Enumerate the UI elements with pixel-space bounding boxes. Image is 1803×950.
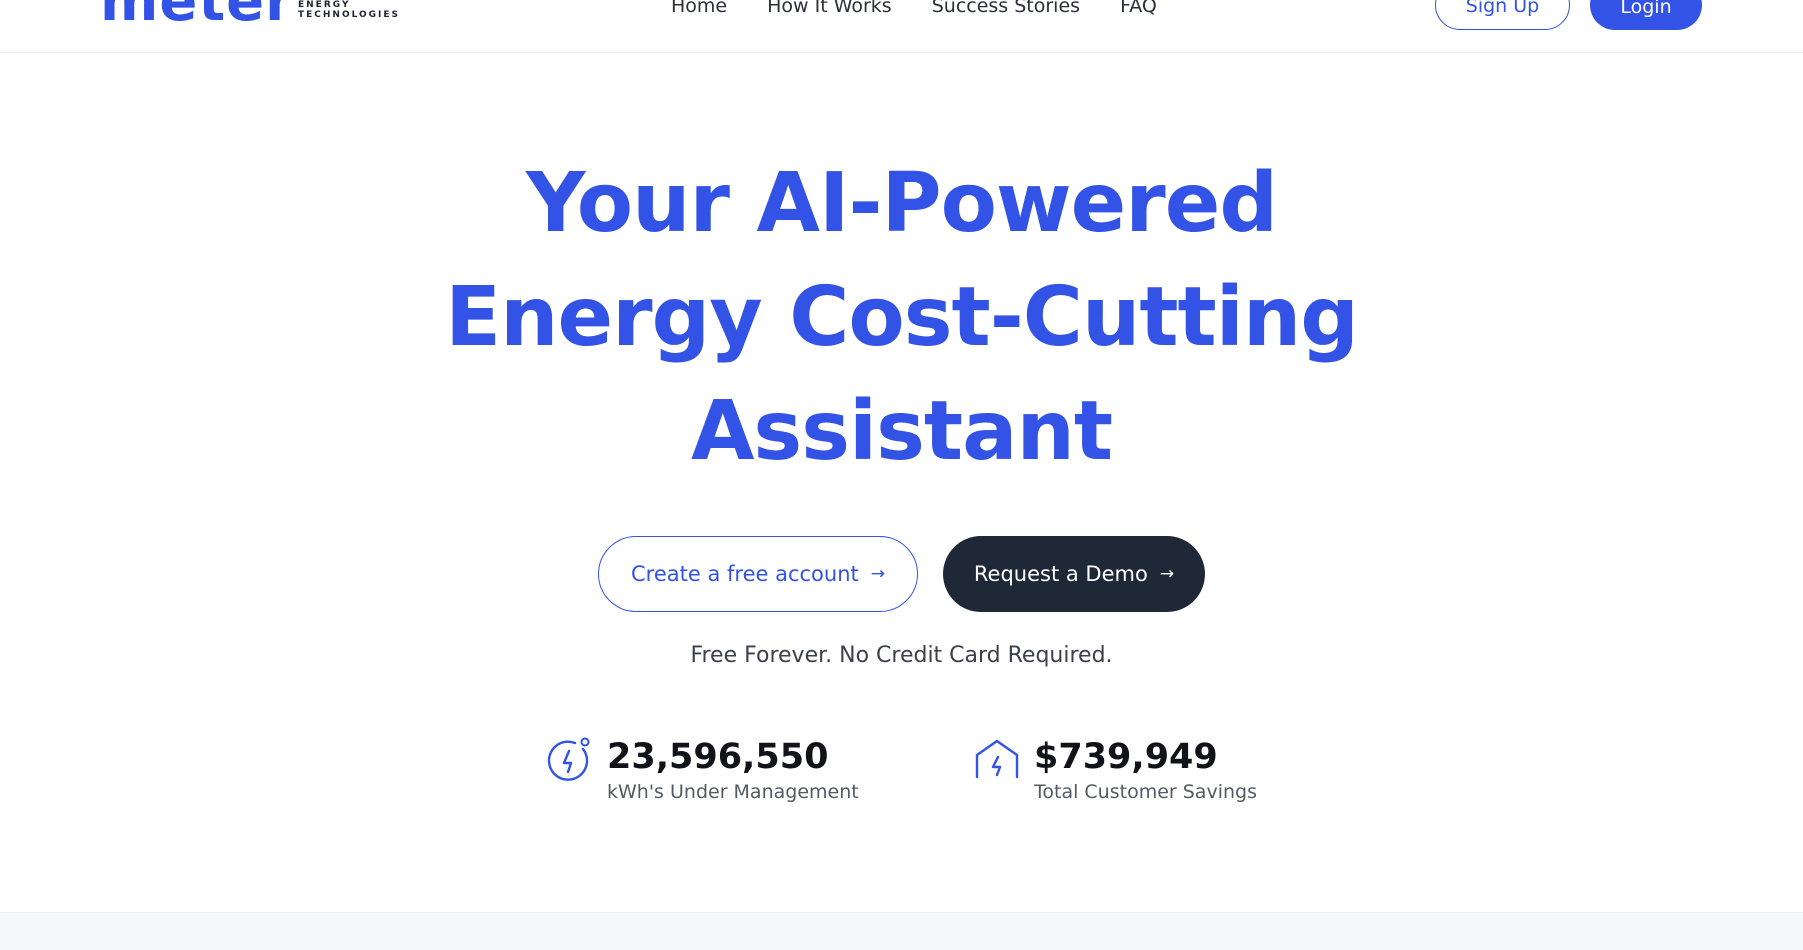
cta-row: Create a free account → Request a Demo → xyxy=(598,536,1205,612)
nav-link-home[interactable]: Home xyxy=(671,0,727,24)
arrow-right-icon: → xyxy=(1159,563,1175,584)
hero-title-line-1: Your AI-Powered xyxy=(525,156,1278,251)
nav-link-faq[interactable]: FAQ xyxy=(1120,0,1157,24)
house-bolt-icon xyxy=(975,739,1019,779)
request-demo-label: Request a Demo xyxy=(973,562,1148,586)
stat-kwh-value: 23,596,550 xyxy=(607,737,829,777)
stat-kwh-label: kWh's Under Management xyxy=(607,781,859,803)
hero-title-line-2: Energy Cost-Cutting xyxy=(445,270,1359,365)
create-free-account-label: Create a free account xyxy=(631,562,859,586)
site-header: meter ENERGY TECHNOLOGIES Home How It Wo… xyxy=(0,0,1803,53)
stat-savings: $739,949 Total Customer Savings xyxy=(972,733,1257,803)
request-demo-button[interactable]: Request a Demo → xyxy=(943,536,1205,612)
nav-link-how-it-works[interactable]: How It Works xyxy=(767,0,892,24)
stat-kwh: 23,596,550 kWh's Under Management xyxy=(545,733,859,803)
next-section-edge xyxy=(0,912,1803,950)
lightning-gauge-icon xyxy=(547,737,590,781)
logo-subtitle: ENERGY TECHNOLOGIES xyxy=(298,0,400,20)
create-free-account-button[interactable]: Create a free account → xyxy=(598,536,918,612)
stat-savings-label: Total Customer Savings xyxy=(1034,781,1257,803)
nav-link-success-stories[interactable]: Success Stories xyxy=(932,0,1080,24)
logo-subtitle-line1: ENERGY xyxy=(298,0,351,10)
arrow-right-icon: → xyxy=(870,563,885,584)
page: meter ENERGY TECHNOLOGIES Home How It Wo… xyxy=(0,0,1803,950)
logo[interactable]: meter ENERGY TECHNOLOGIES xyxy=(100,0,398,34)
logo-wordmark: meter xyxy=(100,0,294,34)
logo-subtitle-line2: TECHNOLOGIES xyxy=(298,10,401,20)
main-nav: Home How It Works Success Stories FAQ xyxy=(671,0,1157,24)
login-button[interactable]: Login xyxy=(1590,0,1702,30)
stat-savings-value: $739,949 xyxy=(1034,737,1218,777)
hero-title: Your AI-Powered Energy Cost-Cutting Assi… xyxy=(0,147,1803,489)
sign-up-button[interactable]: Sign Up xyxy=(1435,0,1570,30)
free-forever-note: Free Forever. No Credit Card Required. xyxy=(690,643,1113,668)
hero-title-line-3: Assistant xyxy=(690,384,1113,479)
